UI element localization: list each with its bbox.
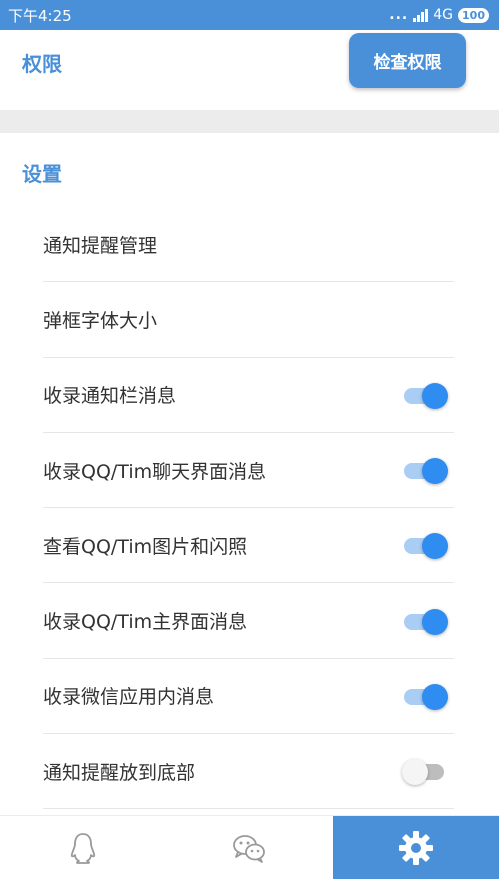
network-type: 4G xyxy=(433,7,454,23)
record-notification-bar-toggle[interactable] xyxy=(404,382,450,409)
notification-bottom-toggle[interactable] xyxy=(402,758,450,786)
notification-dots: ... xyxy=(389,7,409,23)
setting-label: 收录QQ/Tim主界面消息 xyxy=(43,611,248,634)
status-bar: 下午4:25 ... 4G 100 xyxy=(0,0,499,30)
wechat-icon xyxy=(233,834,266,863)
setting-record-qq-chat: 收录QQ/Tim聊天界面消息 xyxy=(43,433,454,509)
setting-label: 通知提醒放到底部 xyxy=(43,761,196,784)
nav-tab-qq[interactable] xyxy=(0,816,166,879)
setting-record-qq-main: 收录QQ/Tim主界面消息 xyxy=(43,583,454,659)
permissions-section: 权限 检查权限 xyxy=(0,30,499,110)
view-qq-images-toggle[interactable] xyxy=(404,532,450,560)
status-indicators: ... 4G 100 xyxy=(389,7,489,23)
nav-tab-wechat[interactable] xyxy=(166,816,332,879)
setting-record-wechat: 收录微信应用内消息 xyxy=(43,659,454,735)
gear-icon xyxy=(398,830,433,865)
qq-penguin-icon xyxy=(71,832,96,864)
check-permissions-button[interactable]: 检查权限 xyxy=(349,33,466,88)
nav-tab-settings[interactable] xyxy=(332,816,499,879)
record-qq-main-toggle[interactable] xyxy=(404,608,450,635)
settings-title: 设置 xyxy=(22,162,62,186)
signal-icon xyxy=(413,8,429,22)
record-qq-chat-toggle[interactable] xyxy=(404,457,450,485)
status-time: 下午4:25 xyxy=(8,6,72,25)
setting-label: 收录微信应用内消息 xyxy=(43,686,215,709)
battery-icon: 100 xyxy=(458,7,489,23)
setting-popup-font-size[interactable]: 弹框字体大小 xyxy=(43,282,454,358)
settings-list: 通知提醒管理 弹框字体大小 收录通知栏消息 收录QQ/Tim聊天界面消息 查看Q… xyxy=(43,207,454,810)
setting-label: 查看QQ/Tim图片和闪照 xyxy=(43,535,248,558)
setting-view-qq-images: 查看QQ/Tim图片和闪照 xyxy=(43,508,454,584)
setting-label: 收录通知栏消息 xyxy=(43,385,177,408)
record-wechat-toggle[interactable] xyxy=(404,683,450,710)
bottom-nav xyxy=(0,815,499,879)
setting-label: 弹框字体大小 xyxy=(43,309,158,332)
setting-label: 通知提醒管理 xyxy=(43,234,158,257)
setting-record-notification-bar: 收录通知栏消息 xyxy=(43,358,454,433)
setting-notification-bottom: 通知提醒放到底部 xyxy=(43,734,454,810)
permissions-title: 权限 xyxy=(22,52,62,76)
section-divider xyxy=(0,110,499,133)
setting-notification-management[interactable]: 通知提醒管理 xyxy=(43,207,454,283)
setting-label: 收录QQ/Tim聊天界面消息 xyxy=(43,460,267,483)
